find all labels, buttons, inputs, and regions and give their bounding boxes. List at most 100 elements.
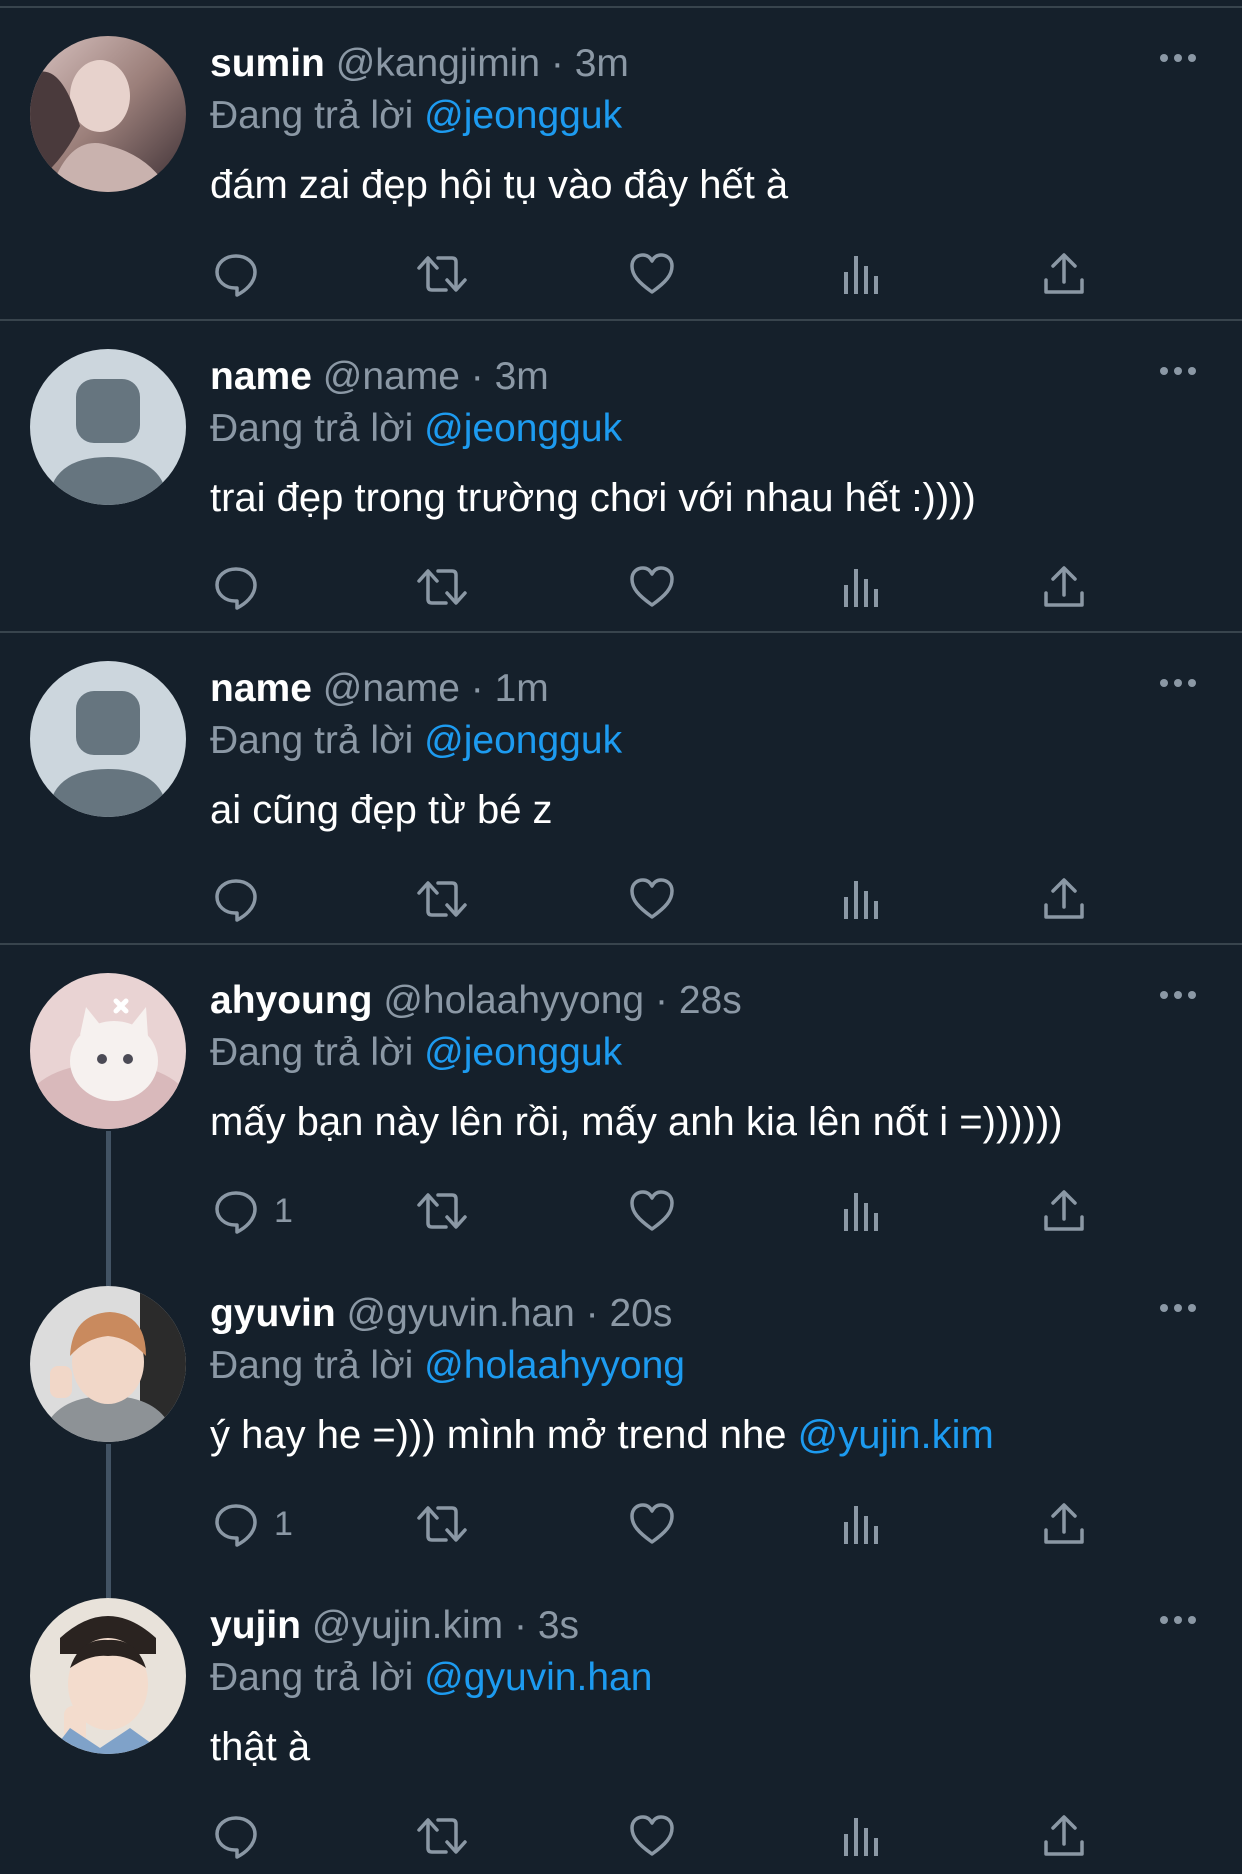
default-avatar[interactable]	[30, 349, 186, 505]
timestamp[interactable]: 3s	[538, 1604, 579, 1647]
avatar[interactable]	[30, 973, 186, 1129]
more-icon[interactable]	[1158, 48, 1198, 68]
replying-to-mention[interactable]: @jeongguk	[424, 1031, 622, 1074]
views-icon	[844, 1506, 878, 1544]
share-button[interactable]	[1040, 559, 1088, 615]
tweet-text: đám zai đẹp hội tụ vào đây hết à	[210, 160, 788, 210]
tweet-text: trai đẹp trong trường chơi với nhau hết …	[210, 473, 976, 523]
reply-button[interactable]	[212, 871, 274, 927]
like-button[interactable]	[628, 1808, 676, 1864]
retweet-button[interactable]	[414, 1808, 470, 1864]
share-button[interactable]	[1040, 246, 1088, 302]
more-icon[interactable]	[1158, 1298, 1198, 1318]
reply-icon	[215, 1816, 257, 1859]
like-button[interactable]	[628, 871, 676, 927]
replying-to-mention[interactable]: @gyuvin.han	[424, 1656, 652, 1699]
replying-to-label: Đang trả lời	[210, 1656, 414, 1699]
tweet-2[interactable]: name @name · 1m Đang trả lời @jeongguk a…	[0, 633, 1242, 945]
replying-to-mention[interactable]: @holaahyyong	[424, 1344, 685, 1387]
like-button[interactable]	[628, 1496, 676, 1552]
thread-line	[106, 1444, 111, 1570]
more-icon[interactable]	[1158, 673, 1198, 693]
display-name[interactable]: ahyoung	[210, 979, 373, 1022]
timestamp[interactable]: 3m	[495, 355, 549, 398]
heart-icon	[630, 566, 674, 607]
timestamp[interactable]: 20s	[609, 1292, 672, 1335]
default-avatar[interactable]	[30, 661, 186, 817]
avatar[interactable]	[30, 1598, 186, 1754]
text-mention[interactable]: @yujin.kim	[798, 1413, 994, 1457]
reply-button[interactable]	[212, 559, 274, 615]
tweet-4[interactable]: gyuvin @gyuvin.han · 20s Đang trả lời @h…	[0, 1258, 1242, 1570]
handle[interactable]: @yujin.kim	[312, 1604, 503, 1647]
reply-button[interactable]: 1	[212, 1183, 293, 1239]
views-button[interactable]	[838, 871, 886, 927]
share-button[interactable]	[1040, 1183, 1088, 1239]
replying-to: Đang trả lời @jeongguk	[210, 405, 622, 453]
share-button[interactable]	[1040, 1808, 1088, 1864]
tweet-5[interactable]: yujin @yujin.kim · 3s Đang trả lời @gyuv…	[0, 1570, 1242, 1874]
heart-icon	[630, 878, 674, 919]
replying-to: Đang trả lời @gyuvin.han	[210, 1654, 652, 1702]
like-button[interactable]	[628, 559, 676, 615]
like-button[interactable]	[628, 1183, 676, 1239]
handle[interactable]: @name	[323, 667, 460, 710]
reply-button[interactable]	[212, 246, 274, 302]
replying-to-mention[interactable]: @jeongguk	[424, 719, 622, 762]
reply-icon	[215, 1504, 257, 1547]
display-name[interactable]: yujin	[210, 1604, 301, 1647]
views-button[interactable]	[838, 559, 886, 615]
views-button[interactable]	[838, 1183, 886, 1239]
like-button[interactable]	[628, 246, 676, 302]
replying-to: Đang trả lời @jeongguk	[210, 92, 622, 140]
more-icon[interactable]	[1158, 1610, 1198, 1630]
tweet-header: yujin @yujin.kim · 3s	[210, 1602, 579, 1650]
action-bar	[210, 1808, 1110, 1864]
replying-to-mention[interactable]: @jeongguk	[424, 407, 622, 450]
timestamp[interactable]: 3m	[575, 42, 629, 85]
handle[interactable]: @name	[323, 355, 460, 398]
retweet-button[interactable]	[414, 1183, 470, 1239]
replying-to-mention[interactable]: @jeongguk	[424, 94, 622, 137]
replying-to: Đang trả lời @holaahyyong	[210, 1342, 685, 1390]
retweet-button[interactable]	[414, 871, 470, 927]
more-icon[interactable]	[1158, 985, 1198, 1005]
tweet-1[interactable]: name @name · 3m Đang trả lời @jeongguk t…	[0, 321, 1242, 633]
avatar[interactable]	[30, 36, 186, 192]
display-name[interactable]: name	[210, 667, 312, 710]
top-divider	[0, 0, 1242, 8]
display-name[interactable]: gyuvin	[210, 1292, 336, 1335]
handle[interactable]: @gyuvin.han	[347, 1292, 575, 1335]
display-name[interactable]: name	[210, 355, 312, 398]
retweet-button[interactable]	[414, 246, 470, 302]
thread-line	[106, 1570, 111, 1598]
tweet-0[interactable]: sumin @kangjimin · 3m Đang trả lời @jeon…	[0, 8, 1242, 321]
more-icon[interactable]	[1158, 361, 1198, 381]
replying-to-label: Đang trả lời	[210, 407, 414, 450]
handle[interactable]: @kangjimin	[336, 42, 540, 85]
tweet-body: ai cũng đẹp từ bé z	[210, 788, 553, 832]
share-button[interactable]	[1040, 871, 1088, 927]
reply-button[interactable]: 1	[212, 1496, 293, 1552]
separator-dot: ·	[585, 1292, 599, 1335]
action-bar	[210, 246, 1110, 302]
retweet-icon	[417, 1193, 467, 1229]
retweet-button[interactable]	[414, 1496, 470, 1552]
reply-button[interactable]	[212, 1808, 274, 1864]
share-icon	[1044, 253, 1084, 294]
tweet-text: thật à	[210, 1722, 310, 1772]
replying-to-label: Đang trả lời	[210, 719, 414, 762]
views-button[interactable]	[838, 246, 886, 302]
handle[interactable]: @holaahyyong	[383, 979, 644, 1022]
views-button[interactable]	[838, 1496, 886, 1552]
retweet-button[interactable]	[414, 559, 470, 615]
retweet-icon	[417, 881, 467, 917]
timestamp[interactable]: 28s	[679, 979, 742, 1022]
avatar[interactable]	[30, 1286, 186, 1442]
timestamp[interactable]: 1m	[495, 667, 549, 710]
display-name[interactable]: sumin	[210, 42, 325, 85]
share-button[interactable]	[1040, 1496, 1088, 1552]
share-icon	[1044, 1815, 1084, 1856]
tweet-3[interactable]: ahyoung @holaahyyong · 28s Đang trả lời …	[0, 945, 1242, 1258]
views-button[interactable]	[838, 1808, 886, 1864]
